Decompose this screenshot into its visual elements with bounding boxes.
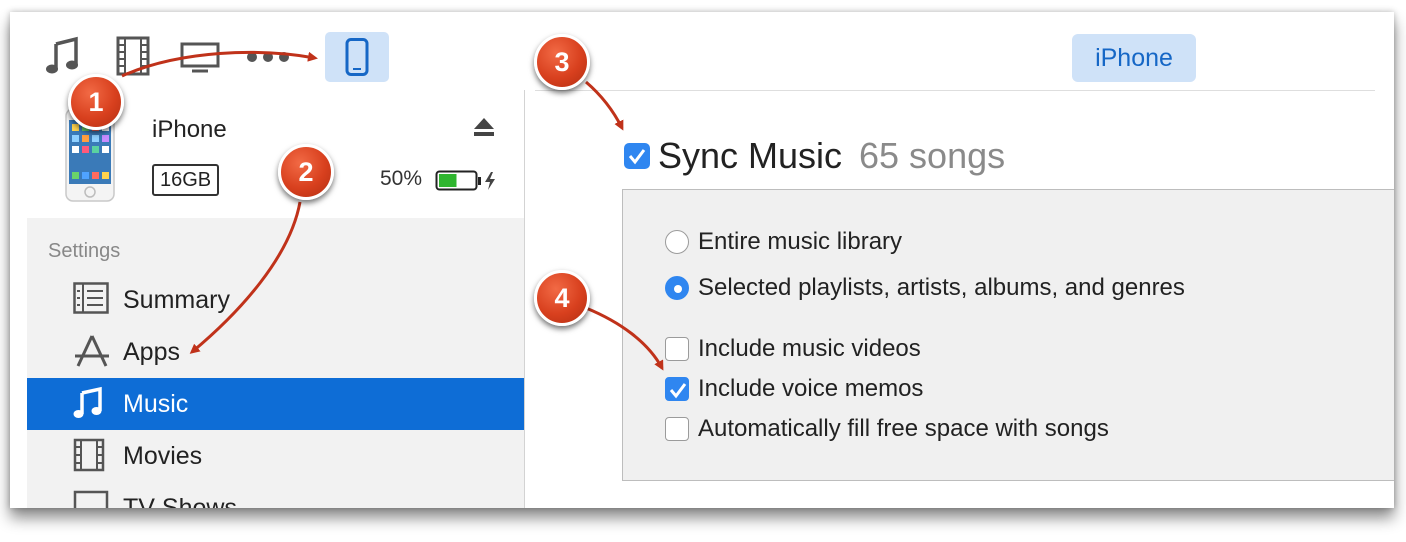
settings-section-label: Settings bbox=[48, 240, 121, 262]
callout-4: 4 bbox=[534, 270, 590, 326]
checkbox-include-voice-memos[interactable] bbox=[665, 377, 689, 401]
film-icon bbox=[73, 438, 105, 472]
battery-level-fill bbox=[439, 174, 457, 187]
sidebar-item-tv-shows[interactable]: TV Shows bbox=[27, 482, 524, 508]
callout-3: 3 bbox=[534, 34, 590, 90]
checkmark-icon bbox=[669, 383, 687, 399]
callout-2: 2 bbox=[278, 144, 334, 200]
callout-1: 1 bbox=[68, 74, 124, 130]
tv-icon bbox=[73, 490, 109, 508]
summary-icon bbox=[73, 282, 109, 314]
sidebar-item-label: Movies bbox=[123, 442, 203, 470]
iphone-icon bbox=[345, 38, 369, 76]
sync-music-checkbox[interactable] bbox=[624, 143, 650, 169]
film-icon[interactable] bbox=[116, 36, 150, 81]
checkbox-label: Include voice memos bbox=[698, 375, 924, 402]
music-note-icon[interactable] bbox=[45, 36, 81, 81]
sidebar: iPhone 16GB 50% Settings Summary Apps Mu… bbox=[27, 90, 525, 508]
checkbox-label: Automatically fill free space with songs bbox=[698, 415, 1109, 442]
radio-entire-library[interactable] bbox=[665, 230, 689, 254]
battery-icon bbox=[435, 170, 495, 191]
sidebar-item-apps[interactable]: Apps bbox=[27, 326, 524, 378]
sidebar-item-label: Apps bbox=[123, 338, 180, 366]
checkbox-label: Include music videos bbox=[698, 335, 921, 362]
capacity-badge: 16GB bbox=[152, 164, 220, 196]
itunes-window: iPhone iPhone 16GB 50% Settings Summary … bbox=[10, 12, 1394, 508]
music-note-icon bbox=[73, 386, 102, 418]
eject-icon[interactable] bbox=[473, 116, 495, 138]
song-count: 65 songs bbox=[859, 135, 1006, 176]
device-name: iPhone bbox=[152, 116, 227, 143]
divider bbox=[535, 90, 1375, 91]
radio-label: Entire music library bbox=[698, 228, 903, 255]
sync-music-title: Sync Music bbox=[658, 135, 843, 176]
radio-selected-playlists[interactable] bbox=[665, 276, 689, 300]
sidebar-item-label: Music bbox=[123, 390, 189, 418]
more-icon[interactable] bbox=[246, 50, 290, 68]
sidebar-item-movies[interactable]: Movies bbox=[27, 430, 524, 482]
sidebar-item-label: TV Shows bbox=[123, 494, 237, 508]
sidebar-item-label: Summary bbox=[123, 286, 230, 314]
radio-label: Selected playlists, artists, albums, and… bbox=[698, 274, 1185, 301]
sidebar-item-music[interactable]: Music bbox=[27, 378, 524, 430]
battery-percent: 50% bbox=[380, 167, 423, 190]
checkbox-autofill-free-space[interactable] bbox=[665, 417, 689, 441]
device-name-pill[interactable]: iPhone bbox=[1072, 34, 1196, 82]
checkmark-icon bbox=[628, 149, 646, 165]
checkbox-include-music-videos[interactable] bbox=[665, 337, 689, 361]
sidebar-item-summary[interactable]: Summary bbox=[27, 274, 524, 326]
apps-icon bbox=[75, 335, 109, 367]
tv-icon[interactable] bbox=[180, 42, 220, 79]
device-button[interactable] bbox=[325, 32, 389, 82]
toolbar: iPhone bbox=[10, 12, 1394, 90]
